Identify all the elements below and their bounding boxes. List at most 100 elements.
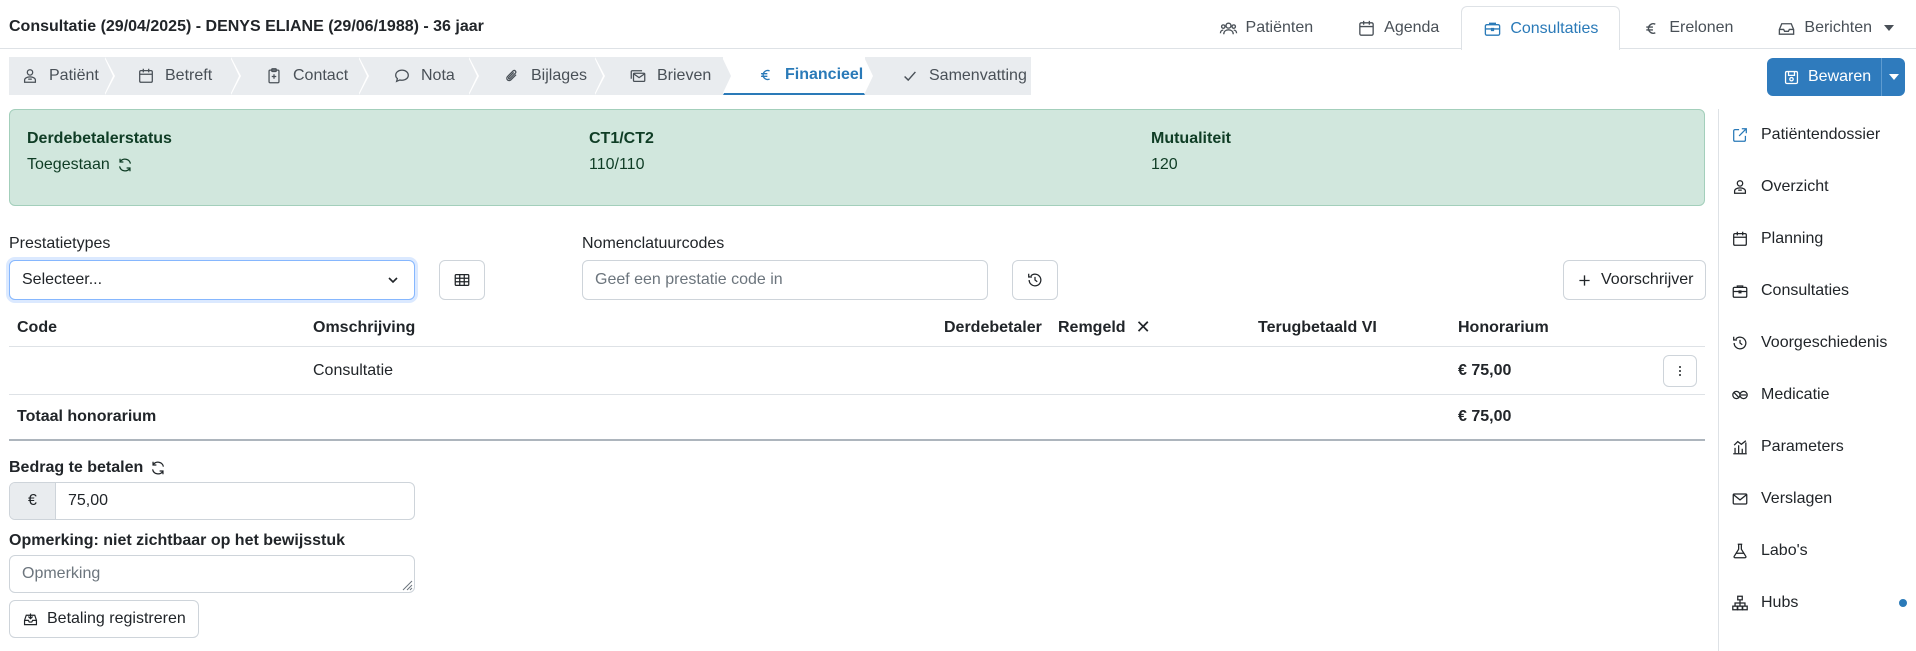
- save-button[interactable]: Bewaren: [1767, 58, 1881, 96]
- save-button-group: Bewaren: [1767, 58, 1905, 96]
- nav-agenda[interactable]: Agenda: [1335, 6, 1461, 49]
- step-label: Patiënt: [49, 67, 99, 84]
- sidebar-item-label: Parameters: [1761, 438, 1844, 455]
- sidebar-item-label: Consultaties: [1761, 282, 1850, 299]
- ct-value: 110/110: [589, 156, 645, 173]
- step-patient[interactable]: Patiënt: [9, 57, 115, 95]
- sidebar-item-overzicht[interactable]: Overzicht: [1719, 161, 1916, 213]
- chevron-down-icon: [1884, 25, 1894, 31]
- save-icon: [1783, 69, 1800, 86]
- save-label: Bewaren: [1808, 68, 1872, 85]
- step-label: Financieel: [785, 66, 864, 83]
- download-box-icon: [22, 611, 39, 628]
- refresh-icon[interactable]: [149, 459, 167, 477]
- step-nota[interactable]: Nota: [359, 57, 479, 95]
- mutualiteit-value: 120: [1151, 156, 1178, 173]
- euro-icon: [1642, 19, 1661, 38]
- sidebar-item-label: Voorgeschiedenis: [1761, 334, 1888, 351]
- nav-consultaties[interactable]: Consultaties: [1461, 6, 1621, 50]
- sidebar-item-label: Patiëntendossier: [1761, 126, 1881, 143]
- step-bijlages[interactable]: Bijlages: [469, 57, 605, 95]
- save-options-toggle[interactable]: [1881, 58, 1905, 96]
- remark-textarea[interactable]: [9, 555, 415, 593]
- resize-grip-icon[interactable]: [402, 580, 413, 591]
- col-honorarium: Honorarium: [1458, 318, 1549, 336]
- sidebar-item-label: Verslagen: [1761, 490, 1833, 507]
- history-icon: [1731, 334, 1749, 352]
- table-row: Consultatie € 75,00: [9, 347, 1705, 395]
- nav-label: Agenda: [1384, 19, 1440, 36]
- check-icon: [901, 67, 919, 85]
- sidebar-item-medicatie[interactable]: Medicatie: [1719, 369, 1916, 421]
- col-remgeld: Remgeld ✕: [1058, 309, 1151, 346]
- nomenclatuur-input[interactable]: [582, 260, 988, 300]
- ct-status: CT1/CT2 110/110: [589, 130, 654, 174]
- prestaties-table: Code Omschrijving Derdebetaler Remgeld ✕…: [9, 309, 1705, 441]
- table-total-row: Totaal honorarium € 75,00: [9, 395, 1705, 441]
- sidebar-item-hubs[interactable]: Hubs: [1719, 577, 1916, 629]
- step-contact[interactable]: Contact: [231, 57, 369, 95]
- cell-honorarium: € 75,00: [1458, 361, 1512, 379]
- consultation-steps: Patiënt Betreft Contact Nota Bijlages Br…: [9, 57, 1031, 95]
- sidebar-item-consultaties[interactable]: Consultaties: [1719, 265, 1916, 317]
- register-payment-button[interactable]: Betaling registreren: [9, 600, 199, 638]
- step-label: Nota: [421, 67, 455, 84]
- chat-icon: [393, 67, 411, 85]
- nav-label: Erelonen: [1669, 19, 1734, 36]
- step-betreft[interactable]: Betreft: [105, 57, 241, 95]
- insurance-status-panel: Derdebetalerstatus Toegestaan CT1/CT2 11…: [9, 109, 1705, 206]
- chevron-down-icon: [386, 273, 400, 287]
- table-view-button[interactable]: [439, 260, 485, 300]
- select-value: Selecteer...: [22, 271, 103, 288]
- refresh-icon[interactable]: [116, 156, 134, 174]
- sidebar-item-label: Medicatie: [1761, 386, 1830, 403]
- voorschrijver-label: Voorschrijver: [1601, 271, 1694, 288]
- nav-erelonen[interactable]: Erelonen: [1620, 6, 1755, 49]
- sidebar-item-labos[interactable]: Labo's: [1719, 525, 1916, 577]
- euro-icon: [757, 66, 775, 84]
- right-sidebar: Patiëntendossier Overzicht Planning Cons…: [1718, 109, 1916, 651]
- amount-input-group: € 75,00: [9, 482, 415, 520]
- voorschrijver-button[interactable]: Voorschrijver: [1563, 260, 1707, 300]
- step-financieel[interactable]: Financieel: [723, 57, 873, 95]
- step-label: Contact: [293, 67, 349, 84]
- calendar-icon: [137, 67, 155, 85]
- sidebar-item-parameters[interactable]: Parameters: [1719, 421, 1916, 473]
- nav-label: Patiënten: [1245, 19, 1314, 36]
- nav-label: Berichten: [1804, 19, 1872, 36]
- sidebar-item-verslagen[interactable]: Verslagen: [1719, 473, 1916, 525]
- derdebetaler-status: Derdebetalerstatus Toegestaan: [27, 130, 172, 174]
- plus-icon: [1576, 272, 1593, 289]
- person-icon: [21, 67, 39, 85]
- sidebar-item-planning[interactable]: Planning: [1719, 213, 1916, 265]
- col-terugbetaald: Terugbetaald VI: [1258, 318, 1377, 336]
- ct-label: CT1/CT2: [589, 130, 654, 147]
- derdebetaler-label: Derdebetalerstatus: [27, 130, 172, 147]
- total-label: Totaal honorarium: [17, 408, 157, 425]
- step-samenvatting[interactable]: Samenvatting: [865, 57, 1031, 95]
- register-payment-label: Betaling registreren: [47, 610, 186, 627]
- prestatietypes-select[interactable]: Selecteer...: [9, 260, 415, 300]
- history-button[interactable]: [1012, 260, 1058, 300]
- amount-label: Bedrag te betalen: [9, 459, 144, 476]
- sidebar-item-label: Planning: [1761, 230, 1824, 247]
- prestatietypes-label: Prestatietypes: [9, 235, 111, 252]
- row-actions-button[interactable]: [1663, 355, 1697, 387]
- col-omschrijving: Omschrijving: [313, 318, 416, 336]
- close-icon[interactable]: ✕: [1136, 317, 1151, 338]
- nav-patienten[interactable]: Patiënten: [1197, 6, 1336, 49]
- history-icon: [1026, 271, 1044, 289]
- amount-input[interactable]: 75,00: [56, 483, 108, 519]
- step-brieven[interactable]: Brieven: [595, 57, 733, 95]
- sidebar-item-patientendossier[interactable]: Patiëntendossier: [1719, 109, 1916, 161]
- pills-icon: [1731, 386, 1749, 404]
- table-icon: [453, 271, 471, 289]
- sidebar-item-voorgeschiedenis[interactable]: Voorgeschiedenis: [1719, 317, 1916, 369]
- mutualiteit-status: Mutualiteit 120: [1151, 130, 1231, 174]
- step-label: Brieven: [657, 67, 712, 84]
- chevron-down-icon: [1888, 74, 1899, 80]
- nav-berichten[interactable]: Berichten: [1755, 6, 1916, 49]
- page-title: Consultatie (29/04/2025) - DENYS ELIANE …: [9, 18, 484, 35]
- clipboard-icon: [265, 67, 283, 85]
- total-value: € 75,00: [1458, 408, 1512, 425]
